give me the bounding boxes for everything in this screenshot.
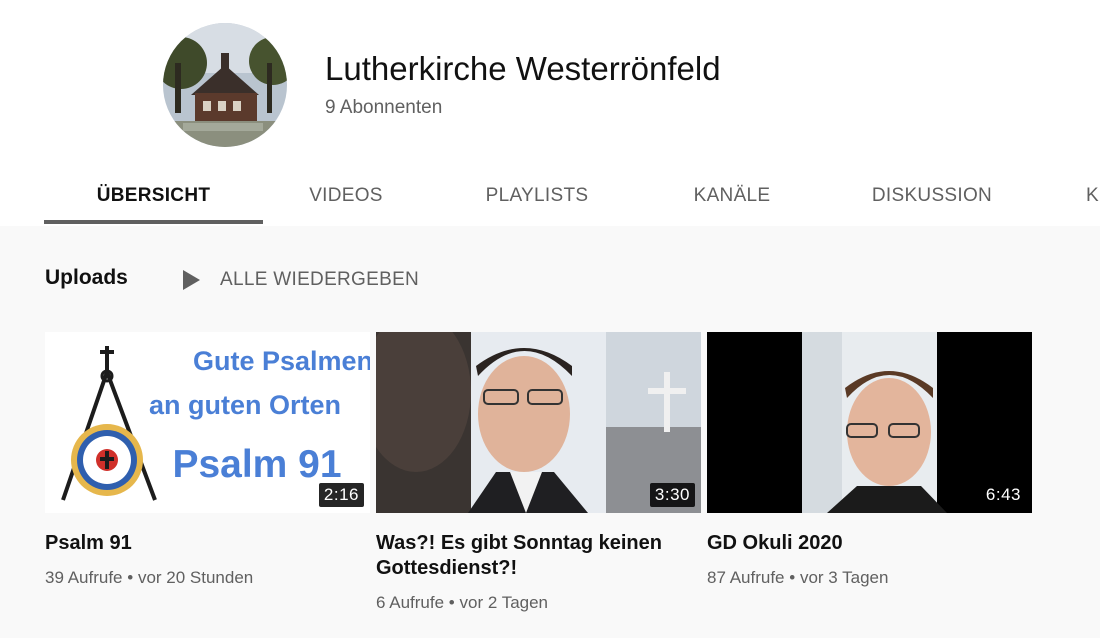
video-meta: 87 Aufrufe • vor 3 Tagen bbox=[707, 568, 1032, 588]
view-count: 39 Aufrufe bbox=[45, 568, 123, 587]
video-meta: 6 Aufrufe • vor 2 Tagen bbox=[376, 593, 701, 613]
video-title[interactable]: Was?! Es gibt Sonntag keinen Gottesdiens… bbox=[376, 531, 701, 581]
video-thumbnail[interactable]: 6:43 bbox=[707, 332, 1032, 513]
play-all-button[interactable]: ALLE WIEDERGEBEN bbox=[183, 266, 419, 294]
video-duration: 3:30 bbox=[649, 483, 695, 507]
view-count: 87 Aufrufe bbox=[707, 568, 785, 587]
meta-separator: • bbox=[127, 568, 134, 587]
play-icon bbox=[183, 270, 200, 290]
video-thumbnail[interactable]: Gute Psalmen an guten Orten Psalm 91 2:1… bbox=[45, 332, 370, 513]
video-duration: 2:16 bbox=[318, 483, 364, 507]
channel-header: Lutherkirche Westerrönfeld 9 Abonnenten … bbox=[0, 0, 1100, 226]
thumb-line-1: Gute Psalmen bbox=[193, 346, 370, 376]
meta-separator: • bbox=[448, 593, 455, 612]
video-meta: 39 Aufrufe • vor 20 Stunden bbox=[45, 568, 370, 588]
tab-discussion[interactable]: DISKUSSION bbox=[855, 165, 1009, 226]
play-all-label: ALLE WIEDERGEBEN bbox=[220, 269, 420, 290]
tab-channels[interactable]: KANÄLE bbox=[672, 165, 792, 226]
thumb-line-2: an guten Orten bbox=[149, 390, 341, 420]
tab-videos[interactable]: VIDEOS bbox=[284, 165, 408, 226]
channel-tabs: ÜBERSICHT VIDEOS PLAYLISTS KANÄLE DISKUS… bbox=[0, 165, 1100, 226]
video-title[interactable]: GD Okuli 2020 bbox=[707, 531, 1032, 556]
upload-age: vor 2 Tagen bbox=[459, 593, 549, 612]
tab-more[interactable]: K bbox=[1086, 165, 1100, 226]
upload-age: vor 20 Stunden bbox=[137, 568, 254, 587]
video-card: 6:43 GD Okuli 2020 87 Aufrufe • vor 3 Ta… bbox=[707, 332, 1032, 588]
video-thumbnail[interactable]: 3:30 bbox=[376, 332, 701, 513]
video-card: Gute Psalmen an guten Orten Psalm 91 2:1… bbox=[45, 332, 370, 588]
uploads-heading: Uploads bbox=[45, 266, 128, 289]
active-tab-indicator bbox=[44, 220, 263, 224]
subscriber-count: 9 Abonnenten bbox=[325, 97, 443, 118]
channel-avatar[interactable] bbox=[163, 23, 287, 147]
thumb-line-3: Psalm 91 bbox=[172, 443, 341, 486]
video-title[interactable]: Psalm 91 bbox=[45, 531, 370, 556]
tab-overview[interactable]: ÜBERSICHT bbox=[44, 165, 263, 226]
channel-title: Lutherkirche Westerrönfeld bbox=[325, 50, 721, 87]
video-duration: 6:43 bbox=[980, 483, 1026, 507]
tab-playlists[interactable]: PLAYLISTS bbox=[460, 165, 614, 226]
upload-age: vor 3 Tagen bbox=[799, 568, 889, 587]
view-count: 6 Aufrufe bbox=[376, 593, 445, 612]
video-card: 3:30 Was?! Es gibt Sonntag keinen Gottes… bbox=[376, 332, 701, 613]
meta-separator: • bbox=[789, 568, 796, 587]
